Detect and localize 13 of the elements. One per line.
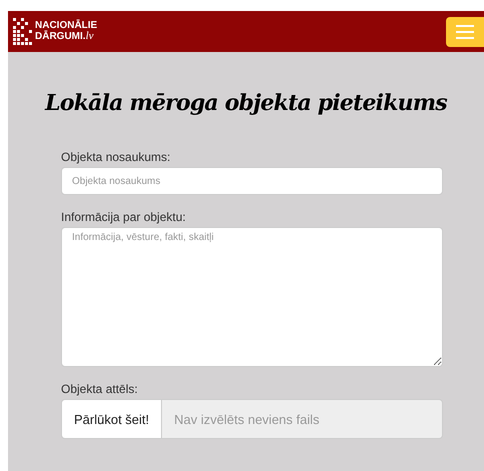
logo-suffix: lv (86, 31, 94, 41)
field-label: Objekta attēls: (61, 382, 139, 396)
site-logo[interactable]: NACIONĀLIE DĀRGUMI.lv (12, 16, 98, 46)
logo-text: DĀRGUMI. (35, 32, 86, 42)
input-field[interactable]: Objekta nosaukums (61, 167, 443, 195)
field-label: Informācija par objektu: (61, 210, 187, 224)
page-title: Lokāla mēroga objekta pieteikums (44, 90, 448, 116)
menu-button[interactable] (446, 16, 484, 46)
pixel-grid-icon (12, 16, 34, 46)
field-label: Objekta nosaukums: (61, 150, 172, 164)
logo-text: NACIONĀLIE (35, 21, 98, 31)
menu-icon (456, 24, 474, 38)
textarea-field[interactable]: Informācija, vēsture, fakti, skaitļi (61, 227, 443, 367)
